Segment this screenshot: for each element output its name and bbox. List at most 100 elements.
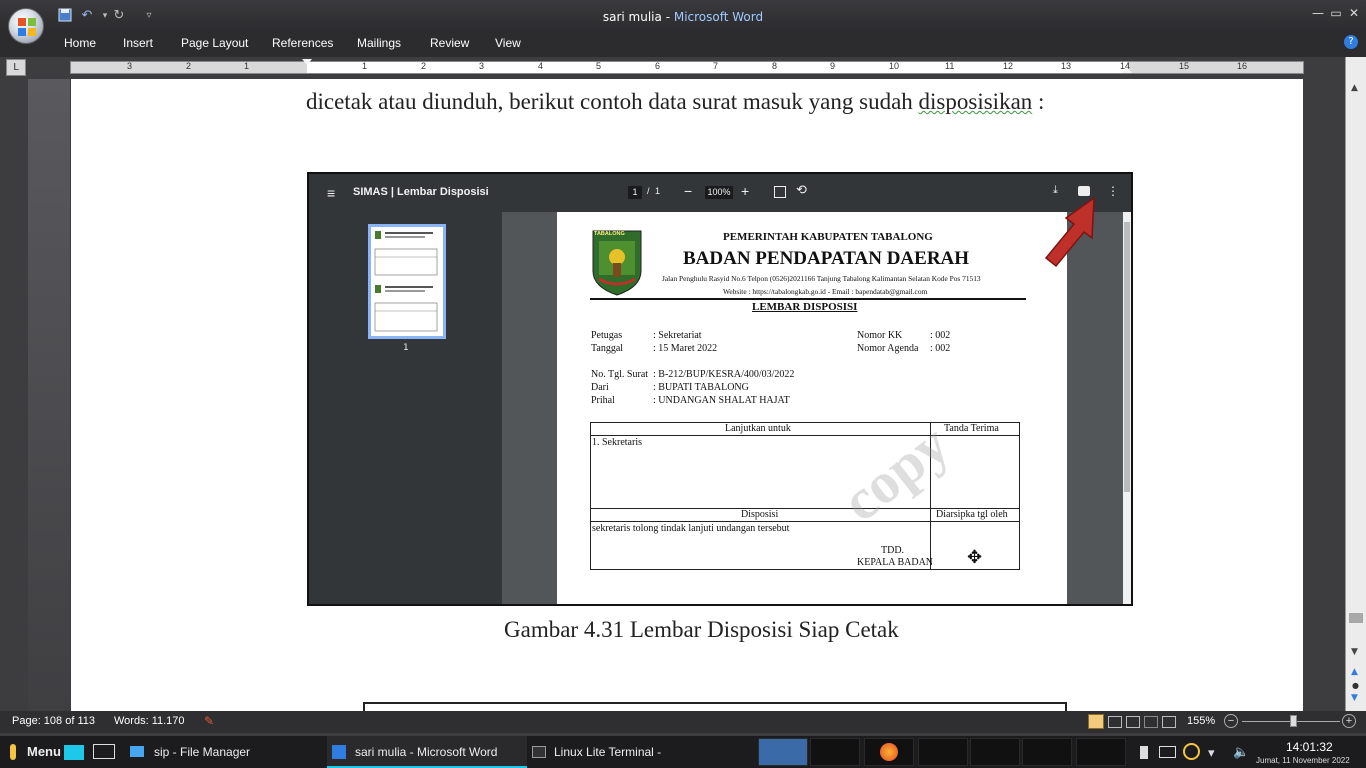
right-indent-marker[interactable] [1122, 67, 1132, 73]
next-page-icon[interactable]: ▼ [1351, 693, 1358, 703]
tab-page-layout[interactable]: Page Layout [181, 36, 248, 50]
pdf-scrollbar-thumb[interactable] [1124, 222, 1130, 492]
customize-qat-icon[interactable]: ▿ [140, 8, 158, 24]
show-desktop-icon[interactable] [64, 745, 84, 760]
full-screen-reading-icon[interactable] [1108, 716, 1122, 728]
draft-view-icon[interactable] [1162, 716, 1176, 728]
letterhead-government: PEMERINTAH KABUPATEN TABALONG [723, 231, 933, 243]
figure-pdf-viewer[interactable]: ≡ SIMAS | Lembar Disposisi 1 / 1 − 100% … [307, 172, 1133, 606]
scroll-down-icon[interactable]: ▼ [1351, 647, 1358, 657]
tab-review[interactable]: Review [430, 36, 469, 50]
tab-home[interactable]: Home [64, 36, 96, 50]
print-layout-view-icon[interactable] [1088, 714, 1104, 729]
pdf-title: SIMAS | Lembar Disposisi [353, 186, 489, 198]
ruler-number: 13 [1061, 61, 1072, 71]
ruler-number: 9 [830, 61, 836, 71]
page-thumbnail[interactable] [368, 224, 446, 339]
ruler-number: 5 [596, 61, 602, 71]
pdf-scrollbar[interactable] [1123, 212, 1131, 604]
first-line-indent-marker[interactable] [302, 59, 312, 65]
save-icon[interactable] [56, 8, 74, 24]
clipboard-icon[interactable] [1140, 746, 1148, 759]
wifi-icon[interactable]: ▾ [1208, 745, 1215, 761]
field-label: Nomor KK [857, 330, 903, 341]
hamburger-menu-icon[interactable]: ≡ [327, 185, 335, 201]
word-count[interactable]: Words: 11.170 [114, 715, 185, 727]
select-browse-object-icon[interactable]: ● [1352, 681, 1359, 690]
page-number-input[interactable]: 1 [628, 186, 642, 199]
ruler-number: 12 [1003, 61, 1014, 71]
letterhead-website: Website : https://tabalongkab.go.id - Em… [723, 287, 928, 296]
field-value: : Sekretariat [653, 330, 702, 341]
ruler-number: 7 [713, 61, 719, 71]
zoom-in-button[interactable]: + [1342, 714, 1356, 728]
help-icon[interactable]: ? [1344, 35, 1358, 49]
keyboard-layout-icon[interactable] [1159, 746, 1176, 758]
web-layout-icon[interactable] [1126, 716, 1140, 728]
update-icon[interactable] [1183, 743, 1200, 760]
clock-time[interactable]: 14:01:32 [1286, 740, 1333, 754]
volume-icon[interactable]: 🔈 [1233, 744, 1249, 760]
task-file-manager[interactable]: sip - File Manager [154, 736, 250, 768]
keyboard-icon[interactable] [93, 744, 115, 759]
page-separator: / [647, 186, 650, 196]
firefox-icon[interactable] [880, 743, 898, 761]
office-button[interactable] [8, 8, 44, 44]
tab-view[interactable]: View [495, 36, 521, 50]
more-options-icon[interactable]: ⋮ [1107, 184, 1119, 198]
horizontal-ruler[interactable]: 3 2 1 1 2 3 4 5 6 7 8 9 10 11 12 13 14 1… [70, 59, 1304, 74]
tab-references[interactable]: References [272, 36, 333, 50]
workspace-4[interactable] [918, 738, 968, 766]
ruler-number: 15 [1179, 61, 1190, 71]
ruler-number: 2 [421, 61, 427, 71]
workspace-1[interactable] [758, 738, 808, 766]
body-text: : [1032, 89, 1045, 114]
redo-icon[interactable]: ↻ [110, 8, 128, 24]
minimize-icon[interactable]: — [1310, 6, 1326, 20]
ruler-number: 8 [772, 61, 778, 71]
zoom-out-icon[interactable]: − [684, 183, 692, 199]
page-total: 1 [655, 186, 661, 196]
taskbar: Menu sip - File Manager sari mulia - Mic… [0, 736, 1366, 768]
task-word[interactable]: sari mulia - Microsoft Word [355, 736, 497, 768]
tabalong-logo [591, 227, 643, 297]
table-header-text: Lanjutkan untuk [725, 423, 791, 434]
ruler-number: 10 [889, 61, 900, 71]
maximize-icon[interactable]: ▭ [1328, 6, 1344, 20]
undo-icon[interactable]: ↶ [78, 8, 96, 24]
workspace-2[interactable] [810, 738, 860, 766]
letterhead-address: Jalan Penghulu Rasyid No.6 Telpon (0526)… [662, 274, 981, 283]
menu-button[interactable]: Menu [27, 736, 61, 768]
tab-mailings[interactable]: Mailings [357, 36, 401, 50]
proofing-icon[interactable]: ✎ [204, 714, 214, 728]
clock-date[interactable]: Jumat, 11 November 2022 [1256, 756, 1350, 765]
spelling-flagged-word[interactable]: disposisikan [919, 89, 1033, 114]
workspace-6[interactable] [1022, 738, 1072, 766]
scroll-up-icon[interactable]: ▲ [1351, 83, 1358, 93]
zoom-input[interactable]: 100% [705, 186, 733, 199]
scrollbar-thumb[interactable] [1349, 613, 1363, 623]
task-terminal[interactable]: Linux Lite Terminal - [554, 736, 661, 768]
ruler-number: 1 [362, 61, 368, 71]
workspace-5[interactable] [970, 738, 1020, 766]
title-separator: - [661, 10, 674, 24]
word-icon [332, 745, 346, 759]
tab-stop-selector[interactable]: L [6, 59, 26, 76]
workspace-7[interactable] [1076, 738, 1126, 766]
outline-view-icon[interactable] [1144, 716, 1158, 728]
close-icon[interactable]: ✕ [1346, 6, 1362, 20]
vertical-scrollbar[interactable]: ▲ ▼ ▲ ● ▼ [1345, 57, 1366, 711]
previous-page-icon[interactable]: ▲ [1351, 667, 1358, 677]
ruler-number: 6 [655, 61, 661, 71]
rotate-icon[interactable]: ⟲ [796, 182, 807, 198]
zoom-out-button[interactable]: − [1224, 714, 1238, 728]
fit-page-icon[interactable] [774, 186, 786, 198]
letterhead-rule [590, 298, 1026, 300]
ruler-number: 2 [186, 61, 192, 71]
zoom-in-icon[interactable]: + [741, 183, 749, 199]
tab-insert[interactable]: Insert [123, 36, 153, 50]
page-count[interactable]: Page: 108 of 113 [12, 715, 95, 727]
ruler-number: 3 [127, 61, 133, 71]
zoom-level[interactable]: 155% [1187, 715, 1215, 727]
zoom-slider-thumb[interactable] [1290, 715, 1297, 727]
